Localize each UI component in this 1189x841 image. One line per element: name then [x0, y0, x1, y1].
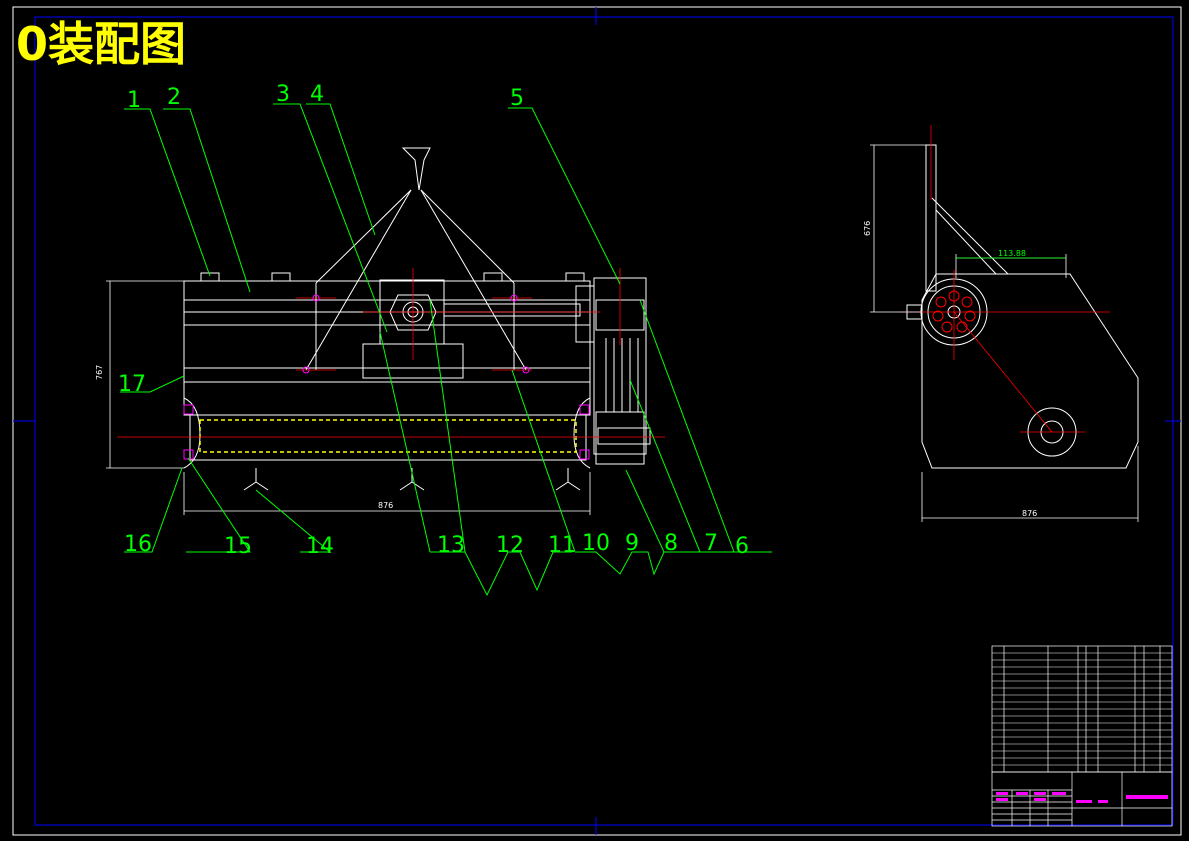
part-number-10: 10	[582, 531, 610, 556]
part-number-7: 7	[704, 531, 718, 556]
front-height-dimension: 767	[95, 365, 104, 380]
side-height-dimension: 676	[863, 221, 872, 236]
part-number-14: 14	[306, 534, 334, 559]
part-number-5: 5	[510, 86, 524, 111]
assembly-drawing: 0装配图 767 876 1 2 3 4 5 17 16 15 14 13 12…	[12, 6, 1182, 836]
part-number-16: 16	[124, 532, 152, 557]
part-number-17: 17	[118, 372, 146, 397]
rotor-hidden-outline	[199, 419, 577, 453]
part-number-13: 13	[437, 533, 465, 558]
part-number-9: 9	[625, 531, 639, 556]
part-number-labels: 1 2 3 4 5 17 16 15 14 13 12 11 10 9 8 7 …	[118, 82, 749, 559]
outer-frame	[12, 6, 1182, 836]
side-dimensions	[870, 144, 1139, 522]
part-number-4: 4	[310, 82, 324, 107]
side-centerlines	[900, 125, 1110, 433]
front-width-dimension: 876	[378, 501, 393, 510]
part-number-11: 11	[548, 533, 576, 558]
part-number-6: 6	[735, 534, 749, 559]
drawing-title: 0装配图	[16, 17, 186, 71]
front-bolts	[183, 294, 590, 460]
front-view	[183, 147, 651, 491]
part-number-15: 15	[224, 534, 252, 559]
center-marks	[13, 7, 1181, 835]
side-width-dimension: 876	[1022, 509, 1037, 518]
part-number-2: 2	[167, 85, 181, 110]
title-block-magenta-marks	[996, 792, 1168, 803]
part-number-3: 3	[276, 82, 290, 107]
inner-frame	[34, 16, 1174, 826]
part-number-12: 12	[496, 533, 524, 558]
parts-list-rows	[992, 652, 1172, 766]
part-number-8: 8	[664, 531, 678, 556]
front-centerlines	[117, 268, 665, 438]
side-offset-dimension: 113.88	[998, 249, 1026, 258]
part-number-1: 1	[127, 88, 141, 113]
leader-lines	[120, 103, 772, 597]
